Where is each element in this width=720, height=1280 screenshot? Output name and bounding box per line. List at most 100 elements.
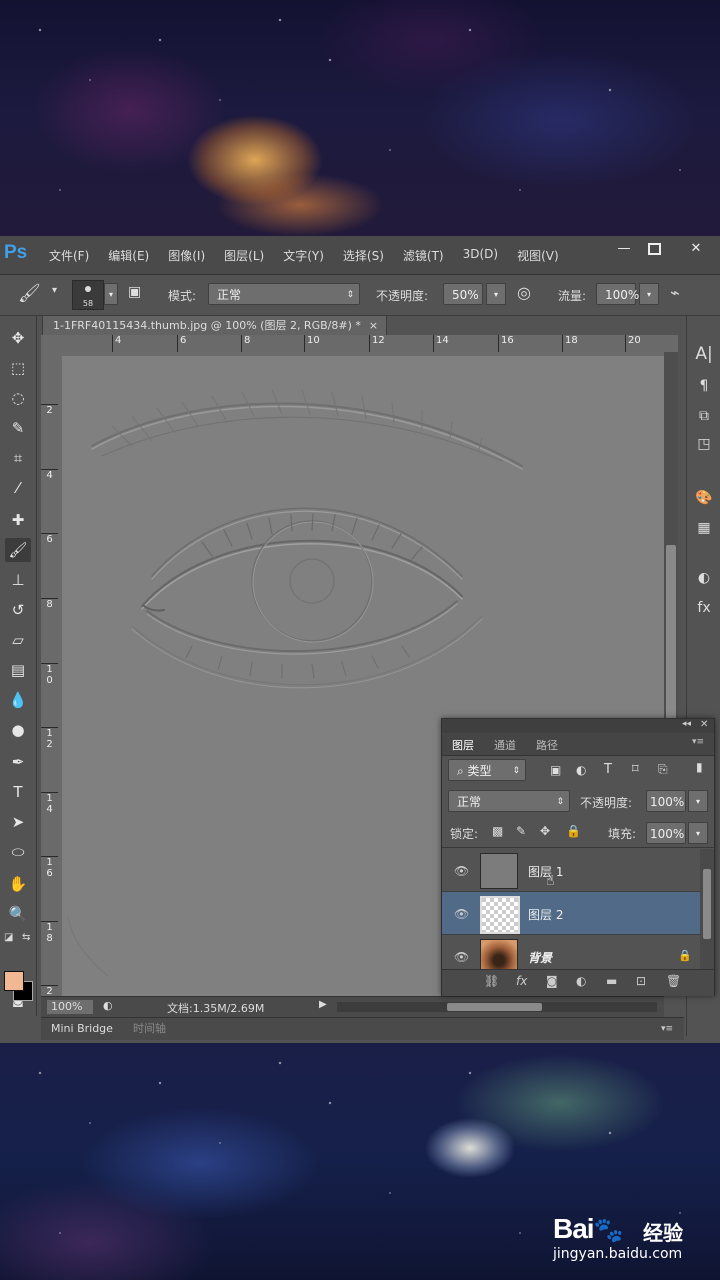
menu-edit[interactable]: 编辑(E) <box>108 247 149 264</box>
link-icon[interactable]: ⛓ <box>484 974 499 988</box>
hand-tool-icon[interactable]: ✋ <box>5 872 31 896</box>
close-panel-icon[interactable]: ✕ <box>700 719 708 730</box>
airbrush-icon[interactable]: ⌁ <box>670 283 680 302</box>
mode-dropdown[interactable]: 正常 ⇕ <box>208 283 360 305</box>
menu-view[interactable]: 视图(V) <box>517 247 559 264</box>
shape-filter-icon[interactable]: ⌑ <box>632 762 639 777</box>
lock-position-icon[interactable]: ✥ <box>540 824 550 838</box>
adjustment-filter-icon[interactable]: ◐ <box>576 763 586 777</box>
path-select-tool-icon[interactable]: ➤ <box>5 810 31 834</box>
fill-field[interactable]: 100% <box>646 822 686 844</box>
eyedropper-tool-icon[interactable]: ⁄ <box>5 476 31 500</box>
dodge-tool-icon[interactable]: ● <box>5 718 31 742</box>
brush-picker-arrow[interactable]: ▾ <box>104 283 118 305</box>
folder-icon[interactable]: ▬ <box>606 974 617 988</box>
canvas-horizontal-scrollbar[interactable] <box>337 1002 657 1012</box>
move-tool-icon[interactable]: ✥ <box>5 326 31 350</box>
type-tool-icon[interactable]: T <box>5 780 31 804</box>
fx-icon[interactable]: fx <box>516 974 527 988</box>
document-tab[interactable]: 1-1FRF40115434.thumb.jpg @ 100% (图层 2, R… <box>42 315 388 336</box>
tab-timeline[interactable]: 时间轴 <box>133 1021 166 1037</box>
foreground-color-swatch[interactable] <box>4 971 24 991</box>
fx-panel-icon[interactable]: fx <box>691 596 717 620</box>
eye-icon[interactable]: 👁 <box>454 950 469 964</box>
layer-row-1[interactable]: 👁 图层 1 ☝ <box>442 849 700 892</box>
info-panel-icon[interactable]: ◳ <box>691 432 717 456</box>
panel-menu-icon[interactable]: ▾≡ <box>661 1021 673 1037</box>
healing-brush-tool-icon[interactable]: ✚ <box>5 508 31 532</box>
zoom-tool-icon[interactable]: 🔍 <box>5 902 31 926</box>
status-arrow-icon[interactable]: ▶ <box>319 999 327 1010</box>
eye-icon[interactable]: 👁 <box>454 907 469 921</box>
quick-select-tool-icon[interactable]: ✎ <box>5 416 31 440</box>
swatches-panel-icon[interactable]: 🎨 <box>691 486 717 510</box>
tab-mini-bridge[interactable]: Mini Bridge <box>51 1021 113 1037</box>
paragraph-panel-icon[interactable]: ¶ <box>691 374 717 398</box>
minimize-button[interactable]: — <box>610 239 638 259</box>
opacity-slider-arrow[interactable]: ▾ <box>486 283 506 305</box>
opacity-field[interactable]: 50% <box>443 283 483 305</box>
brush-tool-icon[interactable]: 🖌 <box>18 283 41 304</box>
scrollbar-thumb[interactable] <box>703 869 711 939</box>
menu-layer[interactable]: 图层(L) <box>224 247 264 264</box>
trash-icon[interactable]: 🗑 <box>666 974 681 988</box>
blend-mode-dropdown[interactable]: 正常 ⇕ <box>448 790 570 812</box>
menu-select[interactable]: 选择(S) <box>343 247 384 264</box>
layer-opacity-arrow[interactable]: ▾ <box>688 790 708 812</box>
brush-tool-icon-active[interactable]: 🖌 <box>5 538 31 562</box>
flow-slider-arrow[interactable]: ▾ <box>639 283 659 305</box>
collapse-icon[interactable]: ◂◂ <box>682 719 691 729</box>
menu-3d[interactable]: 3D(D) <box>463 247 498 264</box>
color-panel-icon[interactable]: ▦ <box>691 516 717 540</box>
history-brush-tool-icon[interactable]: ↺ <box>5 598 31 622</box>
filter-toggle-icon[interactable]: ▮ <box>696 760 703 774</box>
adjustment-icon[interactable]: ◐ <box>576 974 586 988</box>
close-button[interactable]: ✕ <box>682 239 710 259</box>
brush-panel-icon[interactable]: ▣ <box>128 284 141 300</box>
menu-filter[interactable]: 滤镜(T) <box>403 247 444 264</box>
adjustments-panel-icon[interactable]: ◐ <box>691 566 717 590</box>
default-colors-icon[interactable]: ◪ <box>4 932 13 943</box>
gradient-tool-icon[interactable]: ▤ <box>5 658 31 682</box>
new-layer-icon[interactable]: ⊡ <box>636 974 646 988</box>
flow-field[interactable]: 100% <box>596 283 639 305</box>
fill-arrow[interactable]: ▾ <box>688 822 708 844</box>
ellipse-tool-icon[interactable]: ⬭ <box>5 840 31 864</box>
menu-image[interactable]: 图像(I) <box>168 247 205 264</box>
tab-channels[interactable]: 通道 <box>494 737 516 753</box>
menu-file[interactable]: 文件(F) <box>49 247 89 264</box>
character-panel-icon[interactable]: A| <box>691 342 717 366</box>
layer-name[interactable]: 背景 <box>528 949 552 966</box>
pen-tool-icon[interactable]: ✒ <box>5 750 31 774</box>
smart-object-filter-icon[interactable]: ⎘ <box>658 762 668 777</box>
menu-type[interactable]: 文字(Y) <box>283 247 324 264</box>
layer-row-2-selected[interactable]: 👁 图层 2 <box>442 892 700 935</box>
crop-tool-icon[interactable]: ⌗ <box>5 446 31 470</box>
maximize-button[interactable] <box>640 239 668 259</box>
tab-layers[interactable]: 图层 <box>452 737 474 753</box>
layer-opacity-field[interactable]: 100% <box>646 790 686 812</box>
pixel-filter-icon[interactable]: ▣ <box>550 763 561 777</box>
lock-transparency-icon[interactable]: ▩ <box>492 824 503 838</box>
layer-row-background[interactable]: 👁 背景 🔒 <box>442 935 700 970</box>
swap-colors-icon[interactable]: ⇆ <box>22 932 30 943</box>
status-menu-icon[interactable]: ◐ <box>103 999 113 1012</box>
blur-tool-icon[interactable]: 💧 <box>5 688 31 712</box>
eraser-tool-icon[interactable]: ▱ <box>5 628 31 652</box>
close-tab-icon[interactable]: × <box>369 319 378 332</box>
brush-size-picker[interactable]: 58 <box>72 280 104 310</box>
layer-name[interactable]: 图层 2 <box>528 906 563 923</box>
marquee-tool-icon[interactable]: ⬚ <box>5 356 31 380</box>
lock-pixels-icon[interactable]: ✎ <box>516 824 526 838</box>
eye-icon[interactable]: 👁 <box>454 864 469 878</box>
scrollbar-thumb[interactable] <box>447 1003 542 1011</box>
lock-all-icon[interactable]: 🔒 <box>566 824 581 838</box>
filter-kind-dropdown[interactable]: ⌕ 类型 ⇕ <box>448 759 526 781</box>
pressure-opacity-icon[interactable]: ◎ <box>517 283 531 302</box>
type-filter-icon[interactable]: T <box>604 762 612 777</box>
layers-scrollbar[interactable] <box>700 849 714 969</box>
clone-stamp-tool-icon[interactable]: ⊥ <box>5 568 31 592</box>
zoom-level-field[interactable]: 100% <box>47 1000 93 1014</box>
styles-panel-icon[interactable]: ⧉ <box>691 404 717 428</box>
tool-preset-dropdown-icon[interactable]: ▾ <box>52 285 57 296</box>
